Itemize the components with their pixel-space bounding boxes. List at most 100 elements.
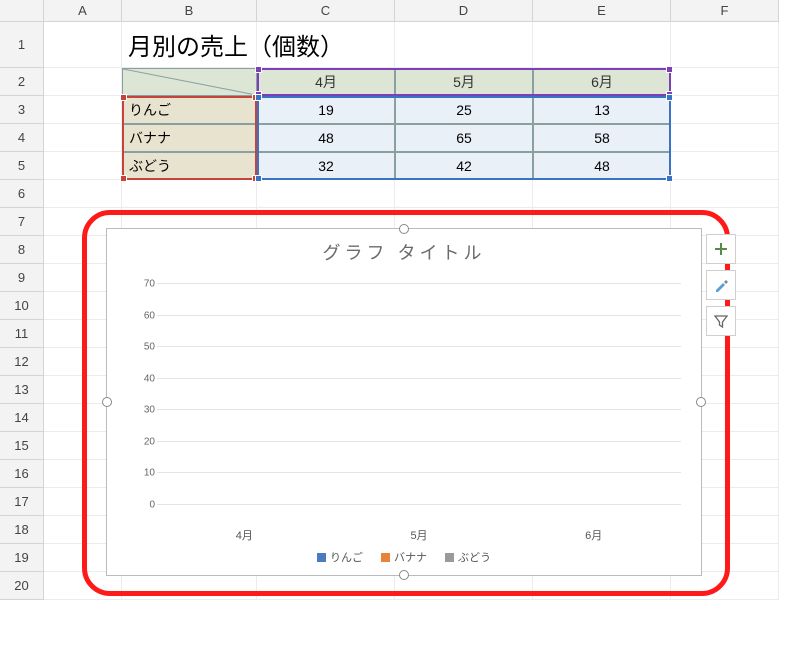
chart-handle[interactable]: [696, 397, 706, 407]
cell-A3[interactable]: [44, 96, 122, 124]
cell-C1[interactable]: [257, 22, 395, 68]
row-header-5[interactable]: 5: [0, 152, 44, 180]
cell-D3[interactable]: 25: [395, 96, 533, 124]
cell-E6[interactable]: [533, 180, 671, 208]
cell-F6[interactable]: [671, 180, 779, 208]
y-tick: 30: [144, 405, 155, 416]
chart-legend[interactable]: りんご バナナ ぶどう: [107, 549, 701, 565]
chart-title[interactable]: グラフ タイトル: [107, 229, 701, 269]
row-headers: 1234567891011121314151617181920: [0, 22, 44, 656]
row-header-10[interactable]: 10: [0, 292, 44, 320]
cell-B5[interactable]: ぶどう: [122, 152, 257, 180]
x-label: 6月: [585, 527, 602, 543]
cell-D4[interactable]: 65: [395, 124, 533, 152]
row-header-8[interactable]: 8: [0, 236, 44, 264]
cell-A2[interactable]: [44, 68, 122, 96]
cell-F2[interactable]: [671, 68, 779, 96]
legend-swatch: [317, 553, 326, 562]
legend-swatch: [445, 553, 454, 562]
cell-E3[interactable]: 13: [533, 96, 671, 124]
legend-label: ぶどう: [458, 549, 491, 565]
y-tick: 10: [144, 468, 155, 479]
cell-E2[interactable]: 6月: [533, 68, 671, 96]
select-all-corner[interactable]: [0, 0, 44, 22]
row-header-20[interactable]: 20: [0, 572, 44, 600]
cell-A6[interactable]: [44, 180, 122, 208]
cell-A20[interactable]: [44, 572, 122, 600]
cell-F5[interactable]: [671, 152, 779, 180]
cell-D2[interactable]: 5月: [395, 68, 533, 96]
row-header-15[interactable]: 15: [0, 432, 44, 460]
cell-C5[interactable]: 32: [257, 152, 395, 180]
row-header-7[interactable]: 7: [0, 208, 44, 236]
row-header-12[interactable]: 12: [0, 348, 44, 376]
embedded-chart[interactable]: グラフ タイトル 010203040506070 4月5月6月 りんご バナナ ぶど…: [106, 228, 702, 576]
cell-C2[interactable]: 4月: [257, 68, 395, 96]
cell-C3[interactable]: 19: [257, 96, 395, 124]
row-header-18[interactable]: 18: [0, 516, 44, 544]
cell-E4[interactable]: 58: [533, 124, 671, 152]
row-header-3[interactable]: 3: [0, 96, 44, 124]
y-tick: 20: [144, 436, 155, 447]
cell-C6[interactable]: [257, 180, 395, 208]
cell-D6[interactable]: [395, 180, 533, 208]
column-header-E[interactable]: E: [533, 0, 671, 22]
chart-handle[interactable]: [399, 224, 409, 234]
chart-handle[interactable]: [102, 397, 112, 407]
row-header-9[interactable]: 9: [0, 264, 44, 292]
y-tick: 50: [144, 342, 155, 353]
row-header-1[interactable]: 1: [0, 22, 44, 68]
row-header-6[interactable]: 6: [0, 180, 44, 208]
chart-filter-button[interactable]: [706, 306, 736, 336]
row-header-2[interactable]: 2: [0, 68, 44, 96]
cell-B20[interactable]: [122, 572, 257, 600]
cell-E20[interactable]: [533, 572, 671, 600]
legend-label: バナナ: [394, 549, 427, 565]
column-headers: ABCDEF: [0, 0, 789, 22]
legend-item[interactable]: バナナ: [381, 549, 427, 565]
cell-B6[interactable]: [122, 180, 257, 208]
cell-A5[interactable]: [44, 152, 122, 180]
cell-B1[interactable]: 月別の売上（個数）: [122, 22, 257, 68]
cell-D5[interactable]: 42: [395, 152, 533, 180]
cell-C4[interactable]: 48: [257, 124, 395, 152]
cell-A4[interactable]: [44, 124, 122, 152]
row-header-16[interactable]: 16: [0, 460, 44, 488]
chart-y-axis: 010203040506070: [127, 284, 155, 505]
x-label: 5月: [410, 527, 427, 543]
cell-D1[interactable]: [395, 22, 533, 68]
column-header-B[interactable]: B: [122, 0, 257, 22]
cell-B2[interactable]: [122, 68, 257, 96]
row-header-13[interactable]: 13: [0, 376, 44, 404]
chart-tools: [706, 234, 736, 336]
cell-F4[interactable]: [671, 124, 779, 152]
cell-A1[interactable]: [44, 22, 122, 68]
chart-plot-area[interactable]: 010203040506070 4月5月6月: [157, 284, 681, 505]
cell-B4[interactable]: バナナ: [122, 124, 257, 152]
chart-elements-button[interactable]: [706, 234, 736, 264]
legend-item[interactable]: りんご: [317, 549, 363, 565]
row-header-19[interactable]: 19: [0, 544, 44, 572]
legend-item[interactable]: ぶどう: [445, 549, 491, 565]
column-header-A[interactable]: A: [44, 0, 122, 22]
cell-F20[interactable]: [671, 572, 779, 600]
cell-E5[interactable]: 48: [533, 152, 671, 180]
cell-F1[interactable]: [671, 22, 779, 68]
column-header-C[interactable]: C: [257, 0, 395, 22]
row-header-11[interactable]: 11: [0, 320, 44, 348]
row-header-14[interactable]: 14: [0, 404, 44, 432]
column-header-D[interactable]: D: [395, 0, 533, 22]
cell-C20[interactable]: [257, 572, 395, 600]
cell-D20[interactable]: [395, 572, 533, 600]
cell-E1[interactable]: [533, 22, 671, 68]
column-header-F[interactable]: F: [671, 0, 779, 22]
chart-styles-button[interactable]: [706, 270, 736, 300]
y-tick: 70: [144, 279, 155, 290]
y-tick: 0: [149, 500, 155, 511]
row-header-4[interactable]: 4: [0, 124, 44, 152]
chart-handle[interactable]: [399, 570, 409, 580]
cell-F3[interactable]: [671, 96, 779, 124]
row-header-17[interactable]: 17: [0, 488, 44, 516]
legend-label: りんご: [330, 549, 363, 565]
cell-B3[interactable]: りんご: [122, 96, 257, 124]
